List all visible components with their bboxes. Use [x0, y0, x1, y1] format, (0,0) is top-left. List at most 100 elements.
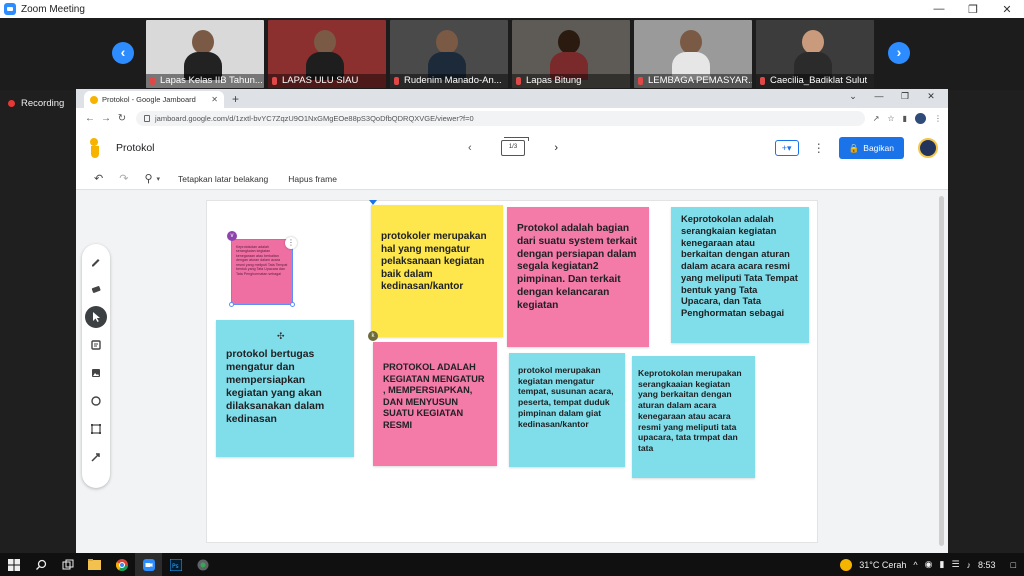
- more-options-icon[interactable]: ⋮: [813, 141, 825, 155]
- gallery-next-button[interactable]: ›: [888, 42, 910, 64]
- participant-tile[interactable]: Lapas Bitung: [512, 20, 630, 88]
- recording-label: Recording: [21, 98, 65, 109]
- sticky-note[interactable]: PROTOKOL ADALAH KEGIATAN MENGATUR , MEMP…: [373, 342, 497, 466]
- chrome-icon[interactable]: [108, 553, 135, 576]
- zoom-dropdown-icon[interactable]: ▾: [157, 175, 161, 183]
- account-avatar[interactable]: [918, 138, 938, 158]
- present-button[interactable]: +▾: [774, 140, 799, 156]
- notifications-icon[interactable]: □: [1011, 560, 1016, 570]
- zoom-taskbar-icon[interactable]: [135, 553, 162, 576]
- participant-tile[interactable]: LAPAS ULU SIAU: [268, 20, 386, 88]
- url-field[interactable]: jamboard.google.com/d/1zxtl-bvYC7ZqzU9O1…: [136, 110, 865, 126]
- weather-sun-icon[interactable]: [840, 558, 853, 571]
- share-icon[interactable]: ↗: [873, 114, 880, 123]
- weather-text[interactable]: 31°C Cerah: [859, 560, 906, 570]
- meet-now-icon[interactable]: ◉: [925, 559, 933, 570]
- clock[interactable]: 8:53: [978, 560, 996, 570]
- app-icon[interactable]: [189, 553, 216, 576]
- sticky-note-text: PROTOKOL ADALAH KEGIATAN MENGATUR , MEMP…: [383, 362, 485, 430]
- set-background-button[interactable]: Tetapkan latar belakang: [178, 174, 268, 184]
- tab-search-icon[interactable]: ⌄: [840, 91, 866, 102]
- sticky-note-text: protokoler merupakan hal yang mengatur p…: [381, 231, 487, 292]
- sticky-note[interactable]: Keprotokolan adalah serangkaian kegiatan…: [671, 207, 809, 343]
- sticky-note[interactable]: Protokol adalah bagian dari suatu system…: [507, 207, 649, 347]
- recording-dot-icon: [8, 100, 15, 107]
- new-tab-icon[interactable]: +: [232, 92, 239, 106]
- back-arrow-icon[interactable]: ←: [82, 113, 98, 124]
- eraser-icon[interactable]: [85, 278, 107, 300]
- select-cursor-icon[interactable]: [85, 306, 107, 328]
- wifi-icon[interactable]: ☰: [951, 559, 959, 570]
- profile-avatar[interactable]: [915, 112, 926, 124]
- sticky-note-text: protokol bertugas mengatur dan mempersia…: [226, 349, 325, 425]
- forward-arrow-icon[interactable]: →: [98, 113, 114, 124]
- sticky-note-selected[interactable]: Keprotokolan adalah serangkaian kegiatan…: [231, 239, 293, 305]
- sticky-note[interactable]: protokoler merupakan hal yang mengatur p…: [371, 205, 503, 337]
- participant-video: [794, 30, 832, 80]
- text-box-icon[interactable]: [85, 418, 107, 440]
- undo-icon[interactable]: ↶: [94, 172, 103, 185]
- next-frame-icon[interactable]: ›: [554, 142, 558, 154]
- system-tray: 31°C Cerah ^ ◉ ▮ ☰ ♪ 8:53 □: [840, 558, 1024, 571]
- participant-tile[interactable]: Caecilia_Badiklat Sulut: [756, 20, 874, 88]
- sidebar-icon[interactable]: ▮: [903, 114, 907, 123]
- participant-video: [306, 30, 344, 80]
- collaborator-cursor-icon: k: [368, 331, 378, 341]
- browser-tab[interactable]: Protokol - Google Jamboard ✕: [84, 91, 224, 108]
- maximize-icon[interactable]: ❐: [956, 3, 990, 16]
- menu-kebab-icon[interactable]: ⋮: [934, 114, 942, 123]
- gallery-prev-button[interactable]: ‹: [112, 42, 134, 64]
- close-tab-icon[interactable]: ✕: [211, 95, 218, 104]
- file-explorer-icon[interactable]: [81, 553, 108, 576]
- close-icon[interactable]: ✕: [918, 91, 944, 102]
- tool-rail: [82, 244, 110, 488]
- jamboard-canvas[interactable]: Keprotokolan adalah serangkaian kegiatan…: [206, 200, 818, 543]
- vertical-scrollbar[interactable]: [939, 196, 944, 546]
- url-text: jamboard.google.com/d/1zxtl-bvYC7ZqzU9O1…: [155, 113, 474, 123]
- participant-tile[interactable]: Rudenim Manado-An...: [390, 20, 508, 88]
- volume-icon[interactable]: ♪: [967, 560, 972, 570]
- share-button[interactable]: 🔒 Bagikan: [838, 137, 904, 159]
- sticky-note[interactable]: protokol bertugas mengatur dan mempersia…: [216, 320, 354, 457]
- frame-bar-button[interactable]: 1/3: [501, 137, 529, 156]
- minimize-icon[interactable]: —: [866, 91, 892, 102]
- participant-tile[interactable]: Lapas Kelas IIB Tahun...: [146, 20, 264, 88]
- prev-frame-icon[interactable]: ‹: [468, 142, 472, 154]
- search-icon[interactable]: [27, 553, 54, 576]
- tab-strip: Protokol - Google Jamboard ✕ + ⌄ — ❐ ✕: [76, 89, 948, 108]
- participant-video: [672, 30, 710, 80]
- tray-chevron-icon[interactable]: ^: [913, 560, 917, 570]
- jamboard-logo-icon[interactable]: [88, 138, 102, 158]
- image-icon[interactable]: [85, 362, 107, 384]
- battery-icon[interactable]: ▮: [940, 559, 945, 570]
- laser-icon[interactable]: [85, 446, 107, 468]
- task-view-icon[interactable]: [54, 553, 81, 576]
- note-menu-icon[interactable]: ⋮: [285, 237, 297, 249]
- windows-start-icon[interactable]: [0, 553, 27, 576]
- zoom-icon[interactable]: ⚲: [144, 172, 152, 185]
- redo-icon[interactable]: ↷: [119, 172, 128, 185]
- recording-indicator[interactable]: Recording: [8, 98, 64, 109]
- reload-icon[interactable]: ↻: [114, 113, 130, 124]
- bookmark-star-icon[interactable]: ☆: [887, 114, 894, 123]
- sticky-note-icon[interactable]: [85, 334, 107, 356]
- participant-name: LEMBAGA PEMASYAR...: [634, 74, 752, 88]
- selection-handle[interactable]: [229, 302, 234, 307]
- close-icon[interactable]: ✕: [990, 3, 1024, 16]
- participant-name: Lapas Kelas IIB Tahun...: [146, 74, 264, 88]
- clear-frame-button[interactable]: Hapus frame: [288, 174, 337, 184]
- jam-title[interactable]: Protokol: [116, 142, 155, 154]
- shape-circle-icon[interactable]: [85, 390, 107, 412]
- pen-icon[interactable]: [85, 250, 107, 272]
- lock-icon: 🔒: [848, 142, 860, 153]
- sticky-note[interactable]: Keprotokolan merupakan serangkaaian kegi…: [632, 356, 755, 478]
- participant-name: Lapas Bitung: [512, 74, 630, 88]
- selection-handle[interactable]: [290, 302, 295, 307]
- photoshop-icon[interactable]: Ps: [162, 553, 189, 576]
- move-handle-icon[interactable]: ✣: [277, 331, 285, 342]
- sticky-note[interactable]: protokol merupakan kegiatan mengatur tem…: [509, 353, 625, 467]
- minimize-icon[interactable]: —: [922, 3, 956, 16]
- restore-icon[interactable]: ❐: [892, 91, 918, 102]
- participant-tile[interactable]: LEMBAGA PEMASYAR...: [634, 20, 752, 88]
- participant-name: Rudenim Manado-An...: [390, 74, 508, 88]
